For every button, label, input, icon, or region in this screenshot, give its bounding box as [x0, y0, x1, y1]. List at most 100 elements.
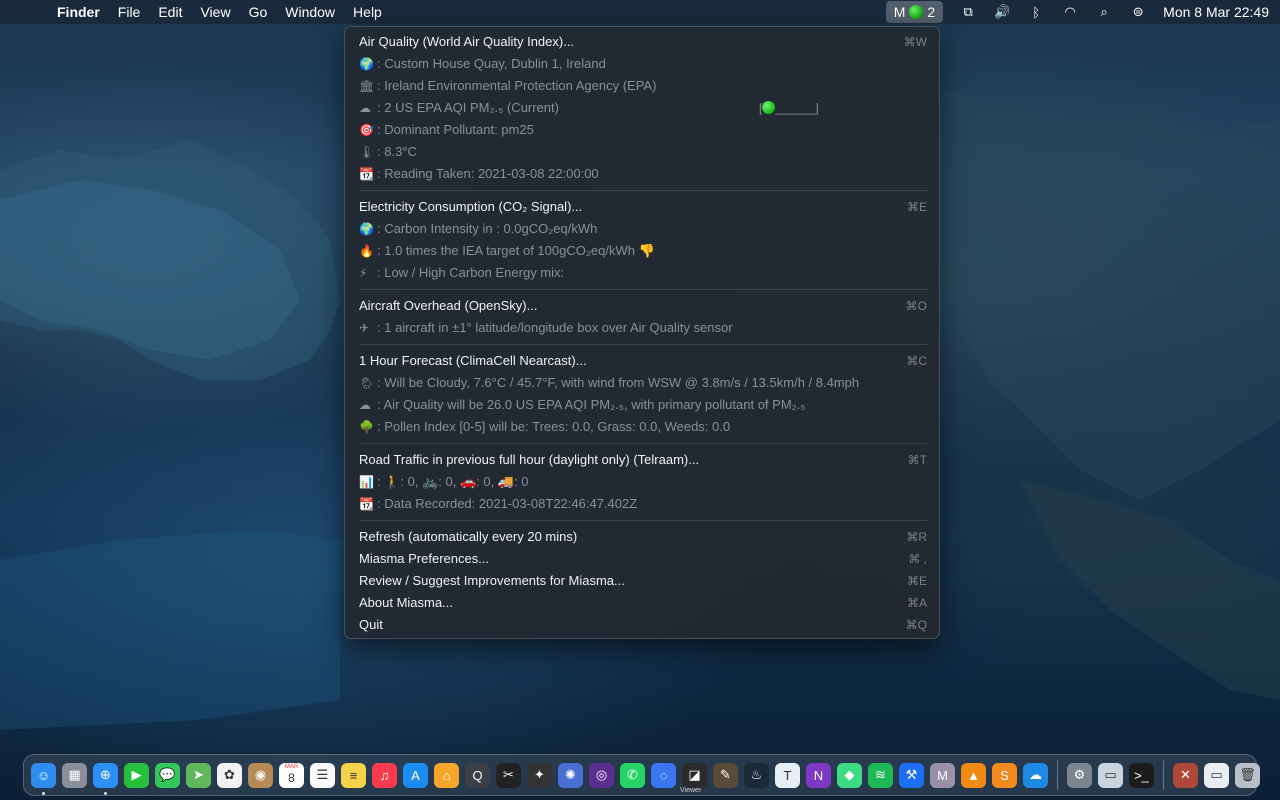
- system-preferences-glyph: ⚙: [1073, 767, 1086, 782]
- disk-utility-icon[interactable]: ▭: [1098, 762, 1123, 788]
- preferences-menu-item[interactable]: Miasma Preferences... ⌘ ,: [359, 548, 927, 570]
- shortcut: ⌘C: [906, 354, 927, 368]
- sublime-glyph: S: [1000, 767, 1009, 783]
- photos-icon[interactable]: ✿: [217, 762, 242, 788]
- trash-glyph: 🗑: [1239, 767, 1256, 782]
- whatsapp-glyph: ✆: [627, 767, 638, 782]
- quit-label: Quit: [359, 617, 383, 632]
- cloud-app-icon[interactable]: ☁: [1023, 762, 1048, 788]
- miasma-icon[interactable]: M: [930, 762, 955, 788]
- spotlight-icon[interactable]: ⌕: [1087, 4, 1121, 20]
- compressor-icon[interactable]: ✺: [558, 762, 583, 788]
- review-menu-item[interactable]: Review / Suggest Improvements for Miasma…: [359, 570, 927, 592]
- android-icon[interactable]: ◆: [837, 762, 862, 788]
- menu-file[interactable]: File: [109, 0, 150, 24]
- aircraft-header[interactable]: Aircraft Overhead (OpenSky)... ⌘O: [359, 295, 927, 317]
- miasma-status-item[interactable]: M 2: [885, 1, 944, 23]
- menu-window[interactable]: Window: [276, 0, 344, 24]
- spotify-icon[interactable]: ≋: [868, 762, 893, 788]
- onenote-glyph: N: [813, 767, 824, 783]
- maps-icon[interactable]: ➤: [186, 762, 211, 788]
- steam-icon[interactable]: ♨: [744, 762, 769, 788]
- viewer-icon[interactable]: ◪ Viewer: [680, 762, 707, 794]
- typora-icon[interactable]: T: [775, 762, 800, 788]
- calendar-icon[interactable]: MAR 8: [279, 762, 304, 788]
- clock[interactable]: Mon 8 Mar 22:49: [1155, 4, 1280, 20]
- dock-divider: [1057, 760, 1058, 790]
- terminal-icon[interactable]: >_: [1129, 762, 1154, 788]
- app-store-glyph: A: [411, 767, 420, 783]
- miasma-status-letter: M: [893, 4, 906, 20]
- air-quality-header[interactable]: Air Quality (World Air Quality Index)...…: [359, 31, 927, 53]
- pencil-icon[interactable]: ✎: [713, 762, 738, 788]
- finder-icon[interactable]: ☺: [31, 762, 56, 795]
- menu-edit[interactable]: Edit: [149, 0, 191, 24]
- trash-icon[interactable]: 🗑: [1235, 762, 1260, 788]
- x11-icon[interactable]: ✕: [1173, 762, 1198, 788]
- menu-help[interactable]: Help: [344, 0, 391, 24]
- app-store-icon[interactable]: A: [403, 762, 428, 788]
- messages-glyph: 💬: [159, 767, 176, 782]
- tree-icon: 🌳: [359, 420, 374, 434]
- facetime-glyph: ▶: [131, 767, 142, 782]
- air-quality-header-label: Air Quality (World Air Quality Index)...: [359, 34, 575, 49]
- refresh-menu-item[interactable]: Refresh (automatically every 20 mins) ⌘R: [359, 526, 927, 548]
- bluetooth-icon[interactable]: ᛒ: [1019, 5, 1053, 20]
- road-traffic-header-label: Road Traffic in previous full hour (dayl…: [359, 452, 700, 467]
- safari-icon[interactable]: ⊕: [93, 762, 118, 795]
- menu-separator: [359, 344, 927, 345]
- volume-icon[interactable]: 🔊: [985, 4, 1019, 20]
- quit-menu-item[interactable]: Quit ⌘Q: [359, 614, 927, 636]
- downloads-icon[interactable]: ▭: [1204, 762, 1229, 788]
- about-menu-item[interactable]: About Miasma... ⌘A: [359, 592, 927, 614]
- signal-icon[interactable]: ◌: [651, 762, 676, 788]
- road-traffic-header[interactable]: Road Traffic in previous full hour (dayl…: [359, 449, 927, 471]
- wifi-icon[interactable]: ◠: [1053, 4, 1087, 20]
- notes-icon[interactable]: ≡: [341, 762, 366, 788]
- pollen-text: : Pollen Index [0-5] will be: Trees: 0.0…: [377, 419, 731, 434]
- vlc-icon[interactable]: ▲: [961, 762, 986, 788]
- aq-source-text: : Ireland Environmental Protection Agenc…: [377, 78, 657, 93]
- home-icon[interactable]: ⌂: [434, 762, 459, 788]
- menu-bar-status: M 2 ⧉ 🔊 ᛒ ◠ ⌕ ⊜ Mon 8 Mar 22:49: [885, 0, 1280, 24]
- camera-app-icon[interactable]: ◎: [589, 762, 614, 788]
- xcode-icon[interactable]: ⚒: [899, 762, 924, 788]
- messages-icon[interactable]: 💬: [155, 762, 180, 788]
- electricity-header[interactable]: Electricity Consumption (CO₂ Signal)... …: [359, 196, 927, 218]
- final-cut-icon[interactable]: ✂: [496, 762, 521, 788]
- launchpad-icon[interactable]: ▦: [62, 762, 87, 788]
- reminders-icon[interactable]: ☰: [310, 762, 335, 788]
- facetime-icon[interactable]: ▶: [124, 762, 149, 788]
- energy-mix-item: ⚡: Low / High Carbon Energy mix:: [359, 262, 927, 284]
- aircraft-count-text: : 1 aircraft in ±1° latitude/longitude b…: [377, 320, 733, 335]
- building-icon: 🏛: [359, 79, 375, 93]
- compressor-glyph: ✺: [565, 767, 576, 782]
- motion-icon[interactable]: ✦: [527, 762, 552, 788]
- shortcut: ⌘W: [903, 35, 927, 49]
- typora-glyph: T: [783, 767, 792, 783]
- menu-separator: [359, 443, 927, 444]
- contacts-icon[interactable]: ◉: [248, 762, 273, 788]
- running-indicator: [104, 791, 107, 795]
- target-icon: 🎯: [359, 123, 374, 137]
- photos-glyph: ✿: [224, 767, 235, 782]
- shortcut: ⌘E: [906, 574, 927, 588]
- quicktime-icon[interactable]: Q: [465, 762, 490, 788]
- cloud-icon: ☁: [359, 101, 371, 115]
- menu-go[interactable]: Go: [240, 0, 277, 24]
- whatsapp-icon[interactable]: ✆: [620, 762, 645, 788]
- aq-reading-item: 📆: Reading Taken: 2021-03-08 22:00:00: [359, 163, 927, 185]
- app-menu-finder[interactable]: Finder: [42, 0, 109, 24]
- system-preferences-icon[interactable]: ⚙: [1067, 762, 1092, 788]
- electricity-header-label: Electricity Consumption (CO₂ Signal)...: [359, 199, 583, 214]
- calendar-icon: 📆: [359, 167, 374, 181]
- forecast-header[interactable]: 1 Hour Forecast (ClimaCell Nearcast)... …: [359, 350, 927, 372]
- aq-reading-text: : Reading Taken: 2021-03-08 22:00:00: [377, 166, 599, 181]
- aq-temperature-text: : 8.3°C: [377, 144, 417, 159]
- onenote-icon[interactable]: N: [806, 762, 831, 788]
- control-center-icon[interactable]: ⊜: [1121, 4, 1155, 20]
- menu-view[interactable]: View: [191, 0, 239, 24]
- sublime-icon[interactable]: S: [992, 762, 1017, 788]
- display-icon[interactable]: ⧉: [951, 4, 985, 20]
- music-icon[interactable]: ♫: [372, 762, 397, 788]
